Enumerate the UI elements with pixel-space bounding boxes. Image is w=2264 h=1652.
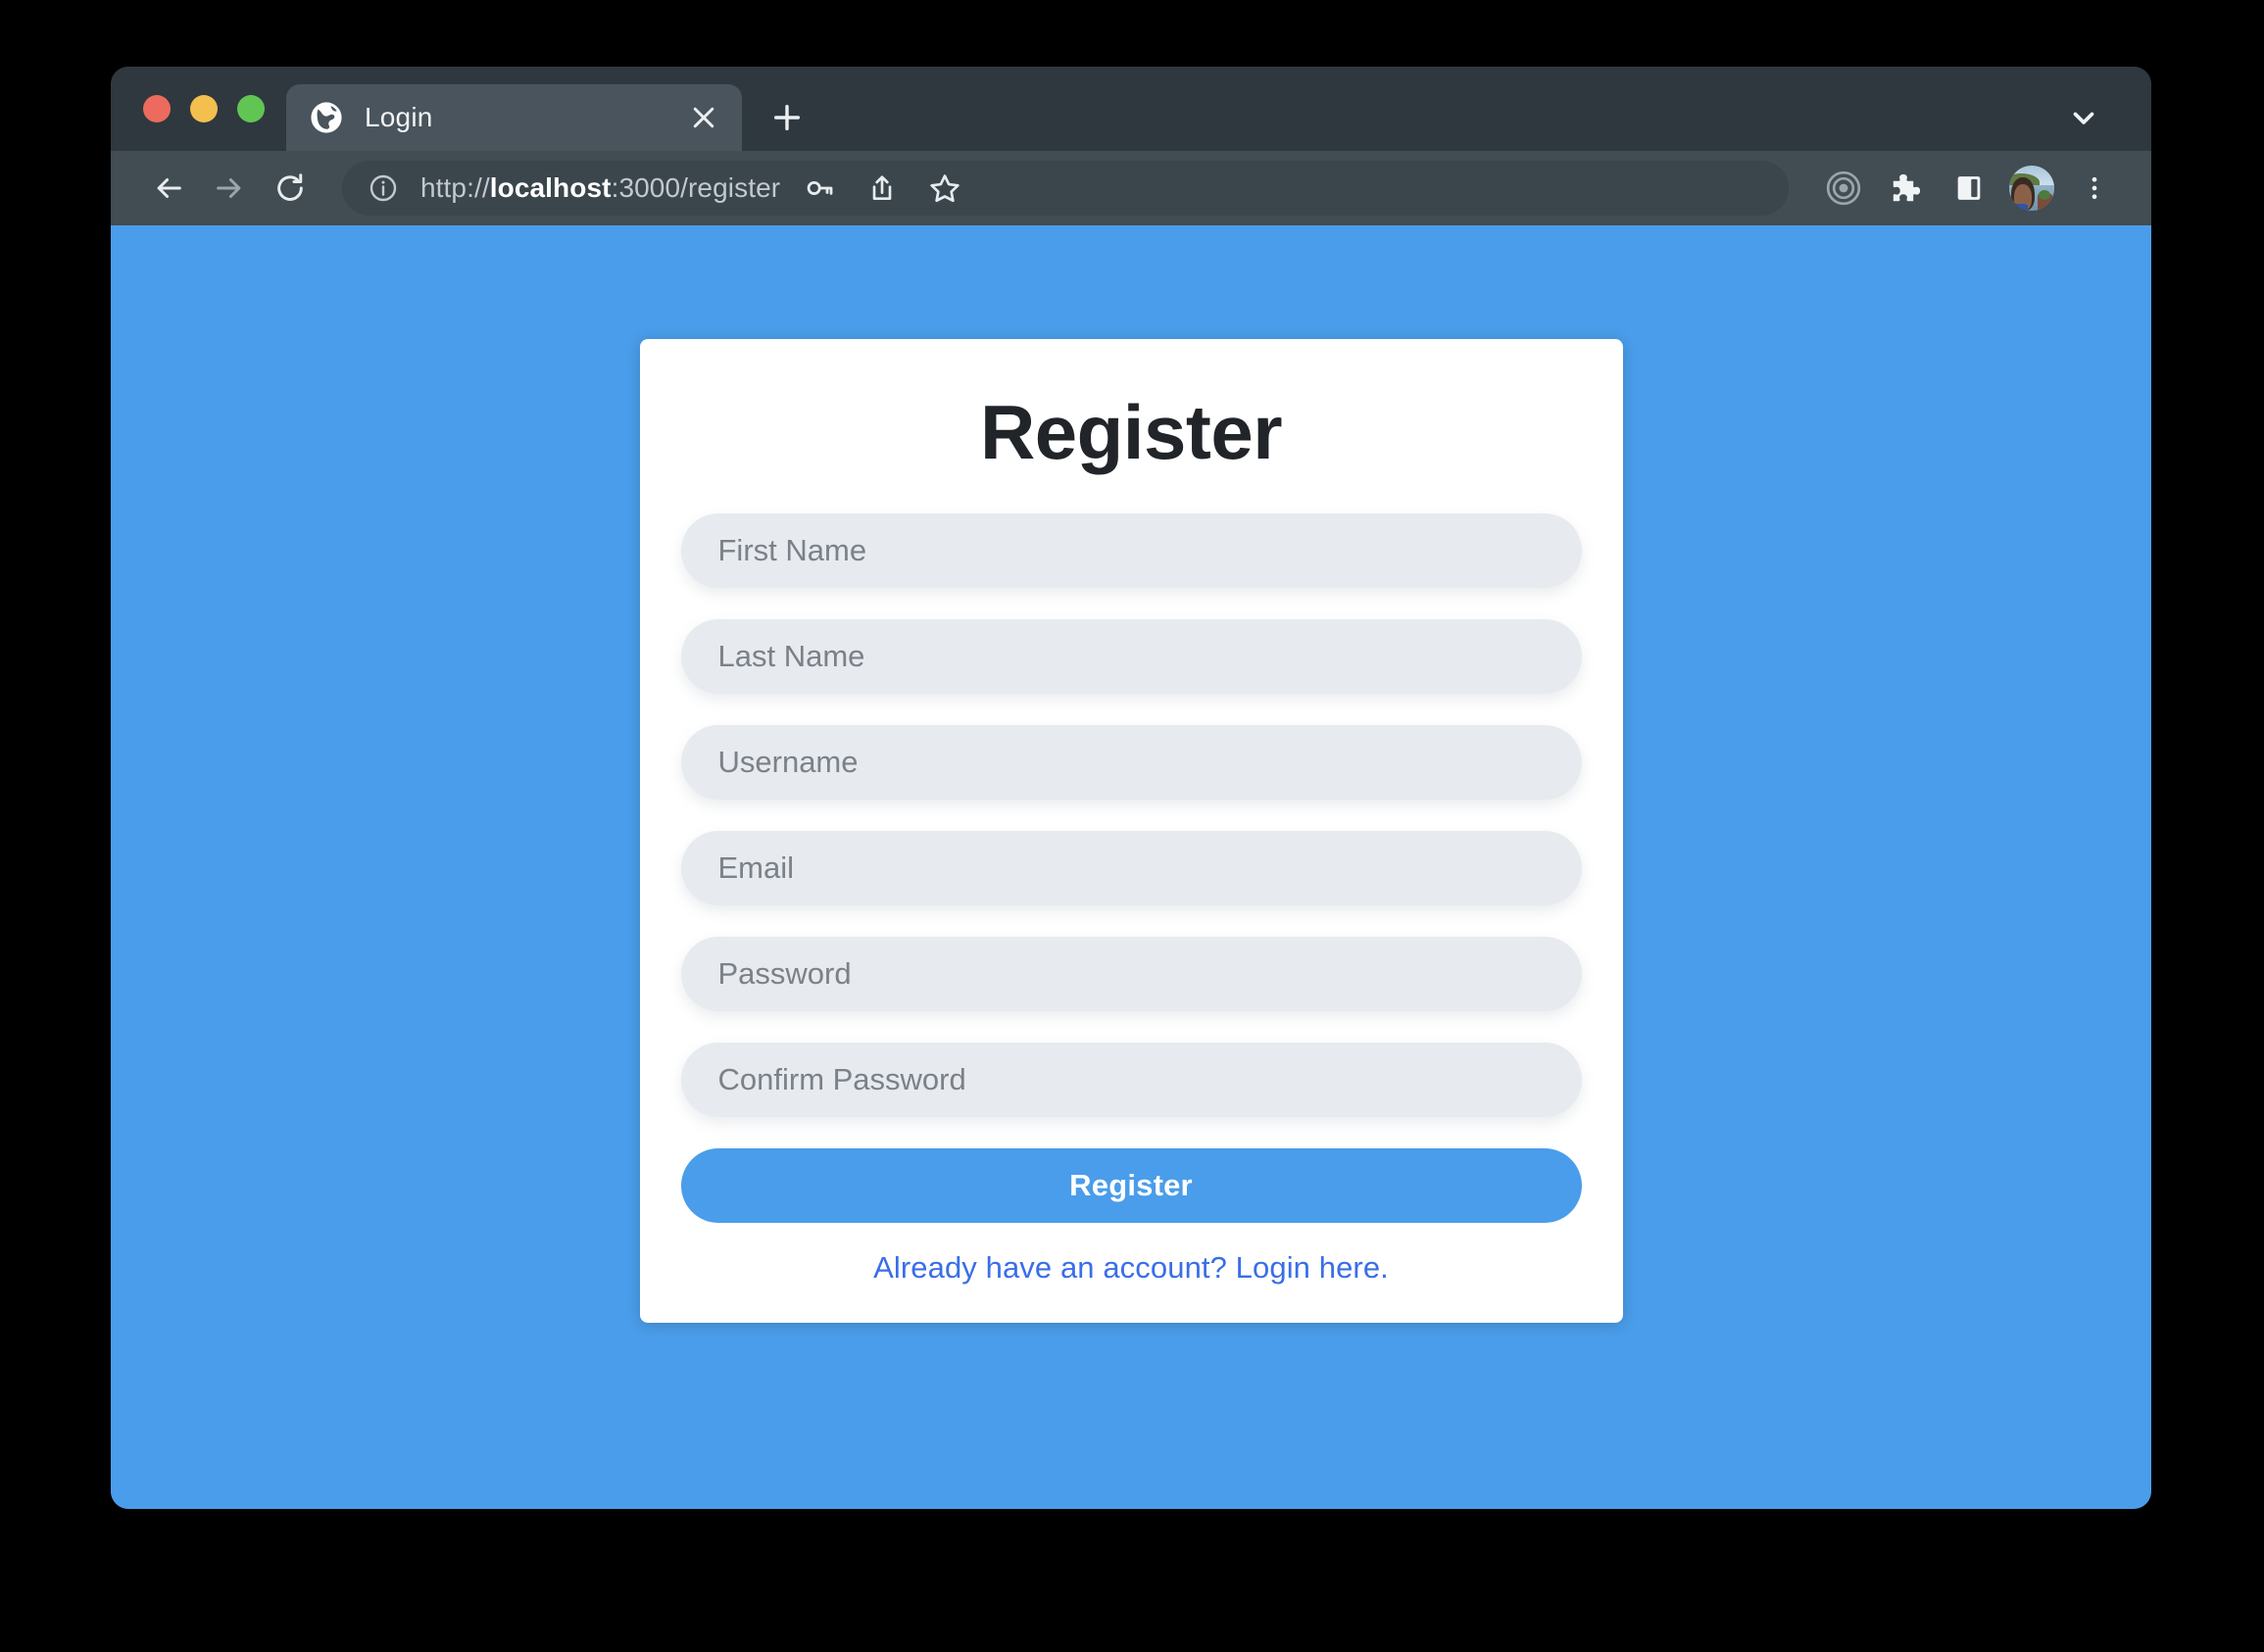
address-bar[interactable]: http://localhost:3000/register bbox=[342, 161, 1789, 216]
register-button[interactable]: Register bbox=[680, 1148, 1582, 1223]
maximize-window-button[interactable] bbox=[237, 95, 265, 122]
reload-icon[interactable] bbox=[260, 158, 320, 219]
username-input[interactable] bbox=[680, 725, 1582, 800]
browser-tab[interactable]: Login bbox=[286, 84, 742, 151]
overflow-menu-icon[interactable] bbox=[2063, 157, 2126, 219]
close-window-button[interactable] bbox=[143, 95, 171, 122]
new-tab-button[interactable] bbox=[756, 84, 818, 151]
url-scheme: http:// bbox=[420, 172, 490, 203]
extensions-puzzle-icon[interactable] bbox=[1875, 157, 1938, 219]
tab-strip: Login bbox=[111, 67, 2151, 151]
side-panel-icon[interactable] bbox=[1938, 157, 2000, 219]
url-host: localhost bbox=[489, 172, 612, 203]
password-key-icon[interactable] bbox=[788, 161, 851, 216]
minimize-window-button[interactable] bbox=[190, 95, 218, 122]
profile-avatar[interactable] bbox=[2000, 157, 2063, 219]
avatar bbox=[2009, 166, 2054, 211]
forward-arrow-icon[interactable] bbox=[199, 158, 260, 219]
tab-title: Login bbox=[365, 102, 433, 132]
last-name-input[interactable] bbox=[680, 619, 1582, 694]
browser-toolbar: http://localhost:3000/register bbox=[111, 151, 2151, 225]
globe-icon bbox=[310, 101, 343, 134]
page-title: Register bbox=[979, 389, 1283, 475]
first-name-input[interactable] bbox=[680, 513, 1582, 588]
toolbar-actions bbox=[1812, 157, 2126, 219]
info-circle-icon[interactable] bbox=[368, 172, 399, 204]
page-viewport: Register Register Already have an accoun… bbox=[111, 225, 2151, 1509]
share-icon[interactable] bbox=[851, 161, 913, 216]
login-link[interactable]: Already have an account? Login here. bbox=[873, 1250, 1389, 1285]
window-controls bbox=[111, 67, 286, 151]
password-input[interactable] bbox=[680, 937, 1582, 1011]
email-input[interactable] bbox=[680, 831, 1582, 905]
omnibox-actions bbox=[788, 161, 976, 216]
confirm-password-input[interactable] bbox=[680, 1043, 1582, 1117]
back-arrow-icon[interactable] bbox=[138, 158, 199, 219]
url-path: :3000/register bbox=[611, 172, 781, 203]
close-tab-button[interactable] bbox=[681, 95, 726, 140]
login-link-container: Already have an account? Login here. bbox=[681, 1250, 1582, 1286]
target-circle-icon[interactable] bbox=[1812, 157, 1875, 219]
browser-window: Login http://localhost:3000/register Reg… bbox=[111, 67, 2151, 1509]
url-text: http://localhost:3000/register bbox=[420, 172, 780, 204]
chevron-down-icon[interactable] bbox=[2049, 84, 2118, 151]
register-card: Register Register Already have an accoun… bbox=[639, 339, 1623, 1323]
bookmark-star-icon[interactable] bbox=[913, 161, 976, 216]
screen: Login http://localhost:3000/register Reg… bbox=[0, 0, 2264, 1652]
